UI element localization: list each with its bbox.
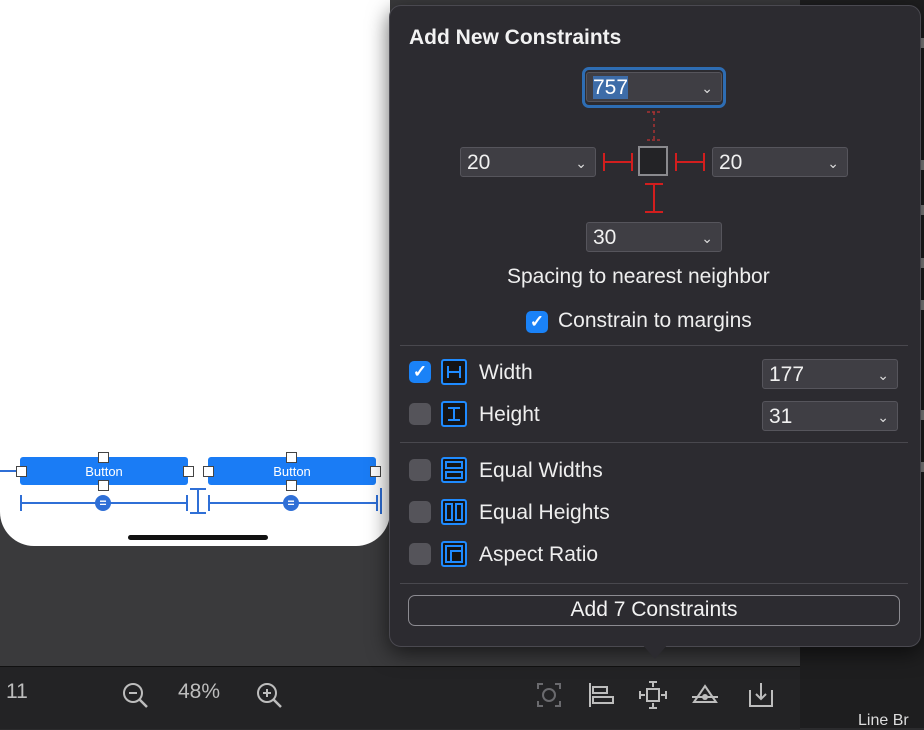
chevron-down-icon[interactable]: ⌄ (575, 148, 587, 178)
height-field[interactable]: 31 ⌄ (762, 401, 898, 431)
equal-widths-checkbox[interactable] (409, 459, 431, 481)
constraint-cap (376, 495, 378, 511)
trailing-spacer-icon[interactable] (674, 150, 706, 174)
height-value: 31 (769, 405, 793, 428)
spacing-constraint-line (197, 488, 199, 514)
aspect-ratio-checkbox[interactable] (409, 543, 431, 565)
equal-widths-marker: = (95, 495, 111, 511)
constrain-to-margins-checkbox[interactable]: ✓ (526, 311, 548, 333)
width-value: 177 (769, 363, 805, 386)
constraint-cap (190, 488, 206, 490)
resize-handle[interactable] (98, 452, 109, 463)
resize-handle[interactable] (203, 466, 214, 477)
equal-heights-label: Equal Heights (479, 501, 610, 524)
home-indicator (128, 535, 268, 540)
chevron-down-icon[interactable]: ⌄ (827, 148, 839, 178)
bottom-spacer-icon[interactable] (642, 182, 666, 214)
align-icon[interactable] (584, 678, 618, 712)
zoom-in-icon[interactable] (252, 678, 286, 712)
popover-title: Add New Constraints (409, 26, 622, 49)
device-value: 11 (6, 680, 28, 703)
inspector-label: Line Br (858, 712, 909, 729)
divider (400, 442, 908, 443)
width-label: Width (479, 361, 533, 384)
trailing-spacing-value: 20 (719, 151, 743, 174)
leading-spacing-value: 20 (467, 151, 491, 174)
width-field[interactable]: 177 ⌄ (762, 359, 898, 389)
equal-widths-icon (441, 457, 467, 483)
leading-spacing-field[interactable]: 20 ⌄ (460, 147, 596, 177)
resize-handle[interactable] (98, 480, 109, 491)
constraint-cap (208, 495, 210, 511)
bottom-spacing-value: 30 (593, 226, 617, 249)
resize-handle[interactable] (183, 466, 194, 477)
chevron-down-icon[interactable]: ⌄ (877, 402, 889, 432)
divider (400, 583, 908, 584)
spacing-label: Spacing to nearest neighbor (507, 265, 770, 288)
leading-spacer-icon[interactable] (602, 150, 634, 174)
add-constraints-icon[interactable] (636, 678, 670, 712)
add-constraints-button[interactable]: Add 7 Constraints (408, 595, 900, 626)
chevron-down-icon[interactable]: ⌄ (701, 73, 713, 103)
chevron-down-icon[interactable]: ⌄ (877, 360, 889, 390)
equal-widths-marker: = (283, 495, 299, 511)
trailing-spacing-field[interactable]: 20 ⌄ (712, 147, 848, 177)
constraint-cap (190, 512, 206, 514)
constrain-to-margins-label: Constrain to margins (558, 309, 752, 332)
equal-heights-checkbox[interactable] (409, 501, 431, 523)
embed-in-icon[interactable] (744, 678, 778, 712)
height-label: Height (479, 403, 540, 426)
resize-handle[interactable] (286, 480, 297, 491)
popover-arrow (641, 643, 669, 659)
bottom-spacing-field[interactable]: 30 ⌄ (586, 222, 722, 252)
resize-handle[interactable] (286, 452, 297, 463)
width-checkbox[interactable]: ✓ (409, 361, 431, 383)
update-frames-icon[interactable] (532, 678, 566, 712)
divider (400, 345, 908, 346)
constraint-cap (186, 495, 188, 511)
resize-handle[interactable] (16, 466, 27, 477)
equal-heights-icon (441, 499, 467, 525)
top-spacing-value: 757 (593, 76, 629, 99)
aspect-ratio-icon (441, 541, 467, 567)
resize-handle[interactable] (370, 466, 381, 477)
top-spacer-icon[interactable] (644, 110, 664, 142)
height-constraint-icon (441, 401, 467, 427)
top-spacing-field[interactable]: 757 ⌄ (586, 72, 722, 102)
chevron-down-icon[interactable]: ⌄ (701, 223, 713, 253)
equal-widths-label: Equal Widths (479, 459, 603, 482)
resolve-issues-icon[interactable] (688, 678, 722, 712)
selected-view-preview (638, 146, 668, 176)
aspect-ratio-label: Aspect Ratio (479, 543, 599, 566)
leading-constraint-line (0, 470, 16, 472)
zoom-level: 48% (178, 680, 221, 703)
constraint-cap (380, 488, 382, 514)
zoom-out-icon[interactable] (118, 678, 152, 712)
height-checkbox[interactable] (409, 403, 431, 425)
constraint-cap (20, 495, 22, 511)
width-constraint-icon (441, 359, 467, 385)
